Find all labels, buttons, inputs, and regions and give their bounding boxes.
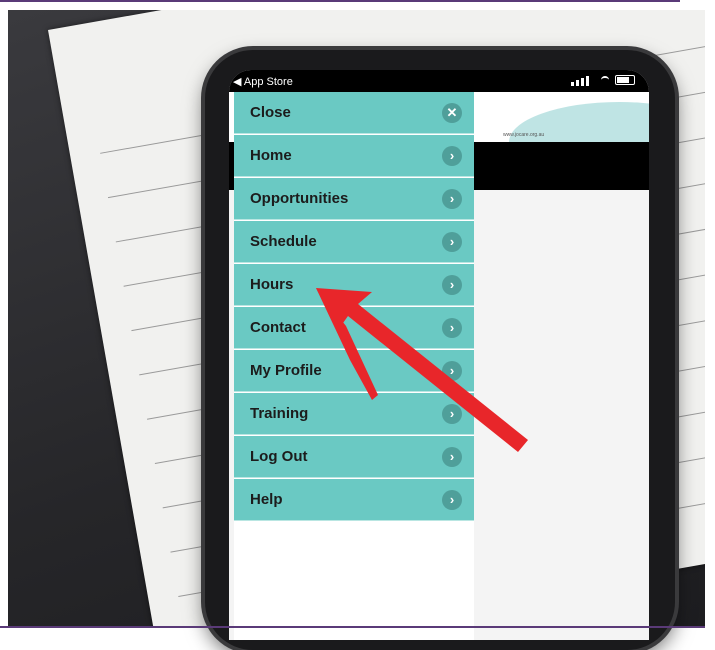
annotation-arrow-icon: [316, 288, 528, 452]
bottom-frame-rule: [0, 626, 705, 628]
arrow-shape: [316, 288, 528, 452]
